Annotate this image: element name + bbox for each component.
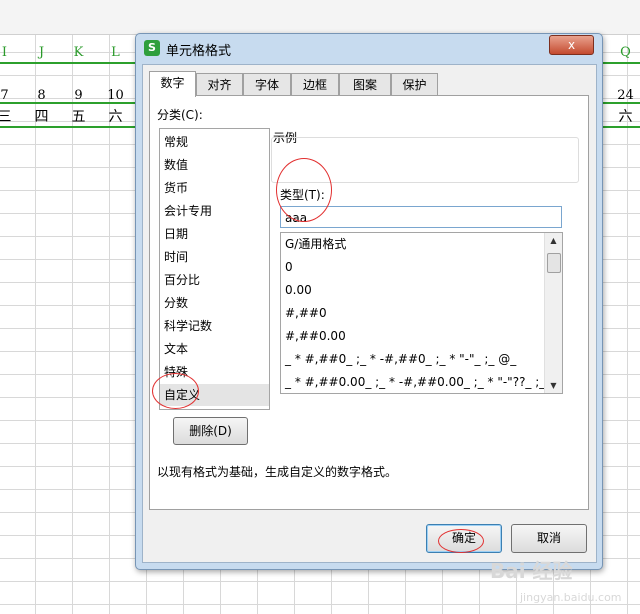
column-header[interactable]: J xyxy=(23,44,60,62)
scroll-down-arrow-icon[interactable]: ▼ xyxy=(547,379,560,392)
annotation-circle-type xyxy=(276,158,332,222)
cell-weekday[interactable]: 六 xyxy=(607,106,640,126)
cell-day-number[interactable]: 9 xyxy=(60,88,97,103)
tab-2[interactable]: 字体 xyxy=(243,73,291,96)
format-item[interactable]: _ * #,##0.00_ ;_ * -#,##0.00_ ;_ * "-"??… xyxy=(285,371,562,393)
toolbar-area xyxy=(0,0,640,35)
cancel-button[interactable]: 取消 xyxy=(511,524,587,553)
column-header[interactable]: Q xyxy=(607,44,640,62)
dialog-body: 数字 对齐 字体 边框 图案 保护 分类(C): 常规 数值 货币 会计专用 日期 时间 百分比 分数科… xyxy=(142,64,597,563)
category-item[interactable]: 日期 xyxy=(160,223,269,245)
category-item[interactable]: 会计专用 xyxy=(160,200,269,222)
column-header[interactable]: I xyxy=(0,44,23,62)
format-item[interactable]: #,##0 xyxy=(285,302,327,325)
tab-5[interactable]: 保护 xyxy=(391,73,438,96)
category-item[interactable]: 数值 xyxy=(160,154,269,176)
watermark-url: jingyan.baidu.com xyxy=(520,591,622,604)
cell-weekday[interactable]: 六 xyxy=(97,106,134,126)
format-description: 以现有格式为基础，生成自定义的数字格式。 xyxy=(157,465,398,479)
format-item[interactable]: 0.00 xyxy=(285,279,312,302)
column-header[interactable]: K xyxy=(60,44,97,62)
watermark-logo: Bai 经验 xyxy=(490,559,573,583)
category-item[interactable]: 时间 xyxy=(160,246,269,268)
scroll-up-arrow-icon[interactable]: ▲ xyxy=(547,234,560,247)
category-item[interactable]: 文本 xyxy=(160,338,269,360)
format-item[interactable]: G/通用格式 xyxy=(285,233,346,256)
category-item[interactable]: 分数 xyxy=(160,292,269,314)
delete-button[interactable]: 删除(D) xyxy=(173,417,248,445)
category-list[interactable]: 常规 数值 货币 会计专用 日期 时间 百分比 分数 科学记数 文本 特殊 自定义 xyxy=(159,128,270,410)
tab-4[interactable]: 图案 xyxy=(339,73,391,96)
cell-day-number[interactable]: 8 xyxy=(23,88,60,103)
format-list[interactable]: _ * #,##0.00_ ;_ * -#,##0.00_ ;_ * "-"??… xyxy=(280,232,563,394)
cell-day-number[interactable]: 24 xyxy=(607,88,640,103)
category-item[interactable]: 百分比 xyxy=(160,269,269,291)
category-item[interactable]: 货币 xyxy=(160,177,269,199)
format-item[interactable]: #,##0.00 xyxy=(285,325,346,348)
wps-app-icon: S xyxy=(144,40,160,56)
cell-weekday[interactable]: 四 xyxy=(23,106,60,126)
annotation-circle-custom xyxy=(152,373,199,409)
category-label: 分类(C): xyxy=(157,108,203,122)
annotation-circle-ok xyxy=(438,529,484,553)
number-tab-panel: 分类(C): 常规 数值 货币 会计专用 日期 时间 百分比 分数 科学记数 文本 特殊 自定义 示例… xyxy=(149,95,589,510)
format-cells-dialog: S 单元格格式 x 数字 对齐 字体 边框 图案 保护 分类(C): 常规 数值 货币 会计专用… xyxy=(135,33,603,570)
cell-day-number[interactable]: 10 xyxy=(97,88,134,103)
close-button[interactable]: x xyxy=(549,35,594,55)
tab-3[interactable]: 边框 xyxy=(291,73,339,96)
category-item[interactable]: 常规 xyxy=(160,131,269,153)
scroll-thumb[interactable] xyxy=(547,253,561,273)
format-item[interactable]: _ * #,##0_ ;_ * -#,##0_ ;_ * "-"_ ;_ @_ xyxy=(285,348,516,371)
dialog-title: 单元格格式 xyxy=(166,44,232,59)
tab-0[interactable]: 数字 xyxy=(149,71,196,97)
category-item[interactable]: 科学记数 xyxy=(160,315,269,337)
format-item[interactable]: 0 xyxy=(285,256,293,279)
cell-day-number[interactable]: 7 xyxy=(0,88,23,103)
column-header[interactable]: L xyxy=(97,44,134,62)
dialog-titlebar[interactable]: S 单元格格式 x xyxy=(136,34,602,62)
tab-1[interactable]: 对齐 xyxy=(196,73,243,96)
cell-weekday[interactable]: 五 xyxy=(60,106,97,126)
format-list-scrollbar[interactable]: ▲ ▼ xyxy=(544,233,562,393)
cell-weekday[interactable]: 三 xyxy=(0,106,23,126)
